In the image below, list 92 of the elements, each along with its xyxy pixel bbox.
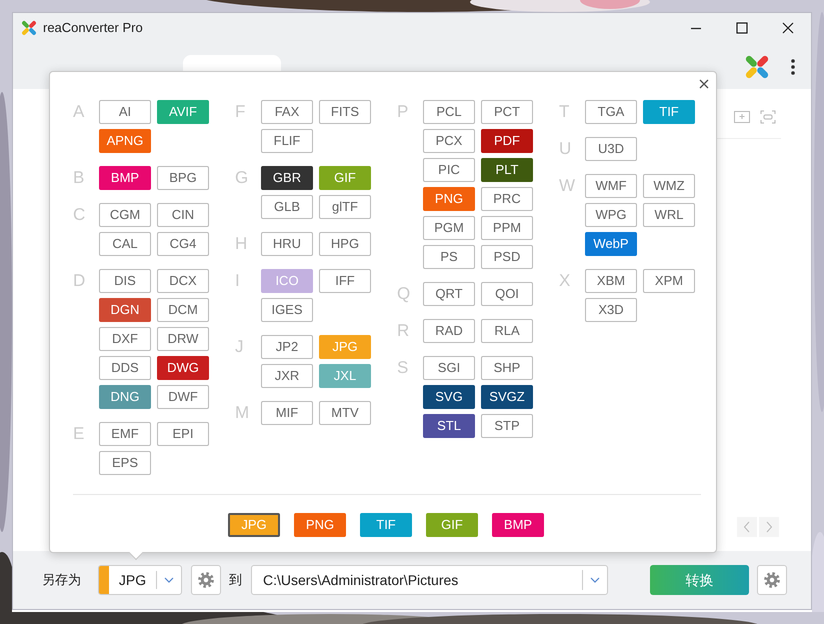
format-chip[interactable]: SVGZ (481, 385, 533, 409)
format-chip[interactable]: PSD (481, 245, 533, 269)
format-chip[interactable]: XBM (585, 269, 637, 293)
format-chip[interactable]: QOI (481, 282, 533, 306)
format-chip[interactable]: EMF (99, 422, 151, 446)
format-chip[interactable]: STP (481, 414, 533, 438)
format-chip[interactable]: PRC (481, 187, 533, 211)
add-frame-icon[interactable] (734, 111, 750, 123)
format-chip[interactable]: PGM (423, 216, 475, 240)
format-chip[interactable]: BMP (99, 166, 151, 190)
format-chip[interactable]: HRU (261, 232, 313, 256)
format-chip[interactable]: DDS (99, 356, 151, 380)
close-icon (782, 22, 794, 34)
format-chip[interactable]: APNG (99, 129, 151, 153)
format-chip[interactable]: SGI (423, 356, 475, 380)
format-chip[interactable]: BPG (157, 166, 209, 190)
chevron-right-icon (765, 521, 773, 533)
format-chip[interactable]: MTV (319, 401, 371, 425)
format-chip[interactable]: PCX (423, 129, 475, 153)
format-chip[interactable]: MIF (261, 401, 313, 425)
chevron-down-icon (164, 577, 174, 583)
format-chip[interactable]: DWG (157, 356, 209, 380)
format-chip[interactable]: CG4 (157, 232, 209, 256)
format-chip[interactable]: DIS (99, 269, 151, 293)
save-as-label: 另存为 (42, 571, 81, 590)
format-chip[interactable]: PPM (481, 216, 533, 240)
folder-combo[interactable]: C:\Users\Administrator\Pictures (251, 565, 608, 595)
format-chip[interactable]: EPI (157, 422, 209, 446)
format-chip[interactable]: CIN (157, 203, 209, 227)
fit-screen-icon[interactable] (760, 110, 776, 124)
format-chip[interactable]: JXR (261, 364, 313, 388)
format-chip[interactable]: GLB (261, 195, 313, 219)
settings-button[interactable] (191, 565, 221, 595)
format-chip[interactable]: PS (423, 245, 475, 269)
close-icon[interactable] (699, 79, 709, 89)
format-select[interactable]: JPG (98, 565, 182, 595)
format-chip[interactable]: DRW (157, 327, 209, 351)
format-chip[interactable]: PNG (423, 187, 475, 211)
format-chip[interactable]: SVG (423, 385, 475, 409)
recent-format-chip[interactable]: PNG (294, 513, 346, 537)
format-chip[interactable]: PDF (481, 129, 533, 153)
format-chip[interactable]: DCM (157, 298, 209, 322)
format-chip[interactable]: U3D (585, 137, 637, 161)
format-chip[interactable]: PCL (423, 100, 475, 124)
format-chip[interactable]: AI (99, 100, 151, 124)
recent-format-chip[interactable]: TIF (360, 513, 412, 537)
settings-button[interactable] (757, 565, 787, 595)
more-options-icon[interactable] (791, 59, 795, 75)
format-chip[interactable]: PLT (481, 158, 533, 182)
format-chip[interactable]: WebP (585, 232, 637, 256)
format-chip[interactable]: WRL (643, 203, 695, 227)
settings-icon (197, 571, 215, 589)
format-chip[interactable]: CAL (99, 232, 151, 256)
format-chip[interactable]: DNG (99, 385, 151, 409)
recent-format-chip[interactable]: BMP (492, 513, 544, 537)
format-chip[interactable]: IFF (319, 269, 371, 293)
format-chip[interactable]: DGN (99, 298, 151, 322)
format-chip[interactable]: TGA (585, 100, 637, 124)
convert-button[interactable]: 转换 (650, 565, 749, 595)
format-chip[interactable]: GBR (261, 166, 313, 190)
app-logo-icon (19, 18, 39, 38)
format-chip[interactable]: RAD (423, 319, 475, 343)
format-chip[interactable]: PCT (481, 100, 533, 124)
window-title: reaConverter Pro (43, 19, 143, 38)
format-chip[interactable]: FITS (319, 100, 371, 124)
format-chip[interactable]: RLA (481, 319, 533, 343)
format-chip[interactable]: DXF (99, 327, 151, 351)
format-chip[interactable]: JP2 (261, 335, 313, 359)
format-chip[interactable]: PIC (423, 158, 475, 182)
format-chip[interactable]: CGM (99, 203, 151, 227)
format-chip[interactable]: XPM (643, 269, 695, 293)
format-chip[interactable]: TIF (643, 100, 695, 124)
format-chip[interactable]: STL (423, 414, 475, 438)
chevron-left-icon (743, 521, 751, 533)
format-chip[interactable]: WPG (585, 203, 637, 227)
settings-icon (763, 571, 781, 589)
format-chip[interactable]: glTF (319, 195, 371, 219)
format-chip[interactable]: FAX (261, 100, 313, 124)
format-chip[interactable]: DWF (157, 385, 209, 409)
to-label: 到 (229, 571, 242, 590)
maximize-icon (736, 22, 748, 34)
format-chip[interactable]: WMF (585, 174, 637, 198)
format-chip[interactable]: WMZ (643, 174, 695, 198)
format-chip[interactable]: DCX (157, 269, 209, 293)
format-chip[interactable]: HPG (319, 232, 371, 256)
format-chip[interactable]: IGES (261, 298, 313, 322)
chevron-down-icon (590, 577, 600, 583)
format-chip[interactable]: EPS (99, 451, 151, 475)
format-chip[interactable]: FLIF (261, 129, 313, 153)
format-chip[interactable]: X3D (585, 298, 637, 322)
format-chip[interactable]: QRT (423, 282, 475, 306)
format-chip[interactable]: SHP (481, 356, 533, 380)
